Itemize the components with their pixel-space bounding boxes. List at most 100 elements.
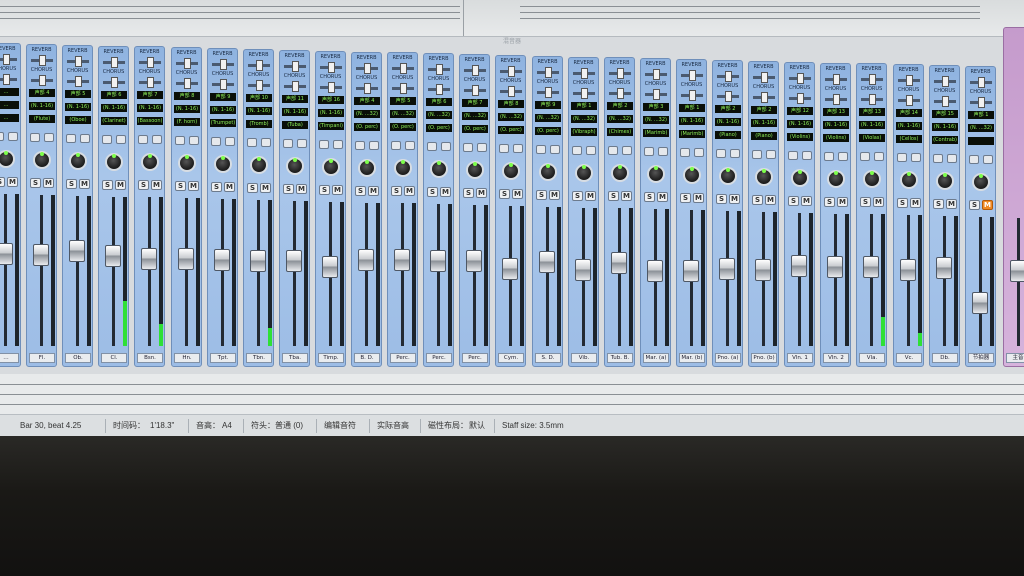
volume-fader[interactable] <box>105 245 121 267</box>
channel-lcd-3[interactable]: (Clarinet) <box>101 117 127 125</box>
mute-button[interactable]: M <box>296 184 307 194</box>
chorus-slider-handle[interactable] <box>725 91 732 102</box>
reverb-slider[interactable] <box>103 57 125 68</box>
pan-knob[interactable] <box>105 153 123 171</box>
reverb-slider[interactable] <box>934 76 956 87</box>
mute-button[interactable]: M <box>982 200 993 210</box>
speaker-icon[interactable] <box>969 155 979 164</box>
channel-lcd-3[interactable]: … <box>0 114 19 122</box>
settings-icon[interactable] <box>694 148 704 157</box>
volume-fader[interactable] <box>575 259 591 281</box>
reverb-slider-handle[interactable] <box>111 57 118 68</box>
speaker-icon[interactable] <box>355 141 365 150</box>
channel-lcd-1[interactable]: 声部 2 <box>607 102 633 110</box>
pan-knob[interactable] <box>141 153 159 171</box>
chorus-slider-handle[interactable] <box>184 78 191 89</box>
pan-knob[interactable] <box>900 171 918 189</box>
reverb-slider-handle[interactable] <box>617 68 624 79</box>
settings-icon[interactable] <box>44 133 54 142</box>
settings-icon[interactable] <box>8 132 18 141</box>
settings-icon[interactable] <box>802 151 812 160</box>
reverb-slider[interactable] <box>573 68 595 79</box>
pan-knob[interactable] <box>178 154 196 172</box>
channel-lcd-2[interactable]: (N. ...32) <box>571 115 597 123</box>
reverb-slider[interactable] <box>861 74 883 85</box>
speaker-icon[interactable] <box>175 136 185 145</box>
chorus-slider[interactable] <box>500 86 522 97</box>
chorus-slider[interactable] <box>789 93 811 104</box>
reverb-slider[interactable] <box>248 60 270 71</box>
speaker-icon[interactable] <box>427 142 437 151</box>
reverb-slider-handle[interactable] <box>942 76 949 87</box>
speaker-icon[interactable] <box>824 152 834 161</box>
solo-button[interactable]: S <box>608 191 619 201</box>
channel-lcd-2[interactable]: (N. ...32) <box>354 110 380 118</box>
chorus-slider[interactable] <box>212 79 234 90</box>
solo-button[interactable]: S <box>391 186 402 196</box>
chorus-slider-handle[interactable] <box>292 81 299 92</box>
reverb-slider-handle[interactable] <box>3 54 10 65</box>
channel-lcd-2[interactable]: (N. 1-16) <box>715 118 741 126</box>
settings-icon[interactable] <box>80 134 90 143</box>
reverb-slider-handle[interactable] <box>689 70 696 81</box>
channel-lcd-1[interactable]: 声部 1 <box>571 102 597 110</box>
pan-knob[interactable] <box>683 166 701 184</box>
reverb-slider[interactable] <box>645 69 667 80</box>
channel-lcd-1[interactable]: 声部 9 <box>535 101 561 109</box>
channel-lcd-2[interactable]: (N. 1-16) <box>859 121 885 129</box>
channel-lcd-3[interactable]: (Tromb) <box>246 120 272 128</box>
speaker-icon[interactable] <box>752 150 762 159</box>
mute-button[interactable]: M <box>224 182 235 192</box>
pan-knob[interactable] <box>611 164 629 182</box>
chorus-slider[interactable] <box>176 78 198 89</box>
settings-icon[interactable] <box>586 146 596 155</box>
solo-button[interactable]: S <box>102 180 113 190</box>
mute-button[interactable]: M <box>621 191 632 201</box>
chorus-slider-handle[interactable] <box>256 80 263 91</box>
reverb-slider[interactable] <box>681 70 703 81</box>
chorus-slider[interactable] <box>0 74 17 85</box>
speaker-icon[interactable] <box>860 152 870 161</box>
channel-lcd-3[interactable]: (Flute) <box>29 115 55 123</box>
pan-knob[interactable] <box>863 170 881 188</box>
channel-lcd-3[interactable]: (F. horn) <box>174 118 200 126</box>
chorus-slider-handle[interactable] <box>436 84 443 95</box>
channel-lcd-2[interactable]: (N. 1-16) <box>932 123 958 131</box>
mute-button[interactable]: M <box>115 180 126 190</box>
reverb-slider[interactable] <box>753 72 775 83</box>
speaker-icon[interactable] <box>716 149 726 158</box>
channel-lcd-2[interactable]: (N. ...32) <box>607 115 633 123</box>
channel-lcd-3[interactable] <box>968 137 994 145</box>
solo-button[interactable]: S <box>536 190 547 200</box>
reverb-slider[interactable] <box>825 74 847 85</box>
settings-icon[interactable] <box>116 135 126 144</box>
volume-fader[interactable] <box>863 256 879 278</box>
solo-button[interactable]: S <box>427 187 438 197</box>
mute-button[interactable]: M <box>332 185 343 195</box>
reverb-slider-handle[interactable] <box>545 67 552 78</box>
volume-fader[interactable] <box>647 260 663 282</box>
chorus-slider-handle[interactable] <box>617 88 624 99</box>
mute-button[interactable]: M <box>765 195 776 205</box>
chorus-slider[interactable] <box>320 82 342 93</box>
chorus-slider[interactable] <box>356 83 378 94</box>
volume-fader[interactable] <box>286 250 302 272</box>
pan-knob[interactable] <box>286 157 304 175</box>
channel-lcd-3[interactable]: (Piano) <box>715 131 741 139</box>
pan-knob[interactable] <box>430 160 448 178</box>
reverb-slider-handle[interactable] <box>725 71 732 82</box>
pan-knob[interactable] <box>502 162 520 180</box>
mute-button[interactable]: M <box>873 197 884 207</box>
mute-button[interactable]: M <box>801 196 812 206</box>
channel-lcd-3[interactable]: (Marimb) <box>679 130 705 138</box>
channel-lcd-1[interactable]: 声部 7 <box>137 91 163 99</box>
chorus-slider[interactable] <box>861 94 883 105</box>
pan-knob[interactable] <box>827 170 845 188</box>
pan-knob[interactable] <box>0 150 15 168</box>
volume-fader[interactable] <box>539 251 555 273</box>
settings-icon[interactable] <box>477 143 487 152</box>
pan-knob[interactable] <box>791 169 809 187</box>
volume-fader[interactable] <box>69 240 85 262</box>
mute-button[interactable]: M <box>188 181 199 191</box>
reverb-slider[interactable] <box>212 59 234 70</box>
